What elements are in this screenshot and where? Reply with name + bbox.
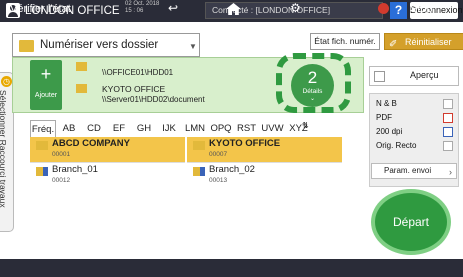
entry-number: 00013 [209, 177, 228, 184]
date: 02 Oct. 2018 [125, 1, 160, 7]
chevron-right-icon: › [449, 167, 452, 177]
destination-count: 2 [307, 68, 318, 87]
send-settings-button[interactable]: Param. envoi › [371, 163, 457, 179]
start-button[interactable]: Départ [375, 193, 447, 251]
bottom-bar [0, 259, 463, 277]
time: 15 : 06 [125, 8, 144, 14]
chevron-down-icon: ▼ [189, 42, 197, 51]
address-list: ABCD COMPANY 00001 KYOTO OFFICE 00007 Br… [30, 137, 342, 187]
resolution-setting: 200 dpi [376, 127, 403, 136]
list-item[interactable]: Branch_02 00013 [187, 162, 342, 187]
resolution-icon [443, 127, 453, 137]
destination-name: KYOTO OFFICE [102, 84, 166, 94]
scan-mode-dropdown[interactable]: Numériser vers dossier ▼ [12, 33, 200, 57]
tab-rst[interactable]: RST [234, 120, 259, 137]
folder-icon [193, 141, 205, 150]
date-time: 02 Oct. 2018 15 : 06 [125, 1, 159, 15]
scan-mode-label: Numériser vers dossier [40, 39, 159, 51]
folder-icon [76, 84, 87, 93]
tab-lmn[interactable]: LMN [182, 120, 208, 137]
preview-toggle[interactable]: Aperçu [369, 66, 459, 86]
index-tabs: Fréq. AB CD EF GH IJK LMN OPQ RST UVW XY… [30, 120, 342, 137]
destination-path: \\OFFICE01\HDD01 [102, 68, 174, 77]
color-mode-setting: N & B [376, 99, 397, 108]
details-button[interactable]: 2 Détails ⌄ [291, 64, 334, 107]
file-type-setting: PDF [376, 113, 392, 122]
folder-icon [76, 62, 87, 71]
home-icon[interactable] [225, 2, 242, 16]
tab-ijk[interactable]: IJK [157, 120, 181, 137]
tab-frequent[interactable]: Fréq. [30, 120, 56, 137]
stop-button[interactable]: Stop [410, 2, 433, 16]
stop-icon [378, 3, 389, 14]
entry-number: 00007 [209, 151, 228, 158]
group-folder-icon [36, 167, 48, 176]
destination-path: \\Server01\HDD02\document [102, 95, 205, 104]
plus-icon: + [40, 64, 52, 84]
reset-button[interactable]: ✐ Réinitialiser [384, 33, 463, 50]
scan-file-status-button[interactable]: État fich. numér. [310, 33, 380, 50]
list-item[interactable]: KYOTO OFFICE 00007 [187, 137, 342, 162]
tab-uvw[interactable]: UVW [259, 120, 286, 137]
reset-label: Réinitialiser [405, 37, 452, 47]
shortcut-jobs-label: Sélectionner Raccourci travaux [0, 90, 8, 208]
help-button[interactable]: ? [390, 2, 407, 19]
group-folder-icon [193, 167, 205, 176]
tab-cd[interactable]: CD [82, 120, 106, 137]
folder-icon [36, 141, 48, 150]
add-destination-button[interactable]: + Ajouter [30, 60, 62, 110]
tab-gh[interactable]: GH [132, 120, 156, 137]
details-label: Détails [302, 88, 323, 95]
chevron-down-icon: ⌄ [309, 96, 316, 102]
entry-number: 00001 [52, 151, 71, 158]
entry-name: Branch_01 [52, 164, 98, 175]
tab-ef[interactable]: EF [107, 120, 131, 137]
entry-name: Branch_02 [209, 164, 255, 175]
eraser-icon: ✐ [389, 39, 398, 50]
list-item[interactable]: Branch_01 00012 [30, 162, 185, 187]
original-side-setting: Orig. Recto [376, 141, 417, 150]
clock-icon: ◷ [1, 76, 12, 87]
entry-number: 00012 [52, 177, 71, 184]
folder-icon [19, 40, 34, 52]
send-settings-label: Param. envoi [384, 166, 432, 175]
tab-ab[interactable]: AB [57, 120, 81, 137]
pdf-icon [443, 113, 453, 123]
original-side-icon [443, 141, 453, 151]
add-label: Ajouter [34, 92, 58, 99]
list-item[interactable]: ABCD COMPANY 00001 [30, 137, 185, 162]
checkbox[interactable] [374, 71, 385, 82]
sort-icon[interactable]: ⇅ [302, 121, 309, 130]
check-status-button[interactable]: Vérifier l'état [10, 2, 71, 16]
back-icon[interactable]: ↩ [168, 1, 178, 15]
color-mode-icon [443, 99, 453, 109]
preview-label: Aperçu [410, 70, 439, 80]
gear-icon[interactable]: ⚙ [290, 1, 301, 15]
entry-name: ABCD COMPANY [52, 138, 130, 149]
tab-opq[interactable]: OPQ [208, 120, 234, 137]
entry-name: KYOTO OFFICE [209, 138, 281, 149]
